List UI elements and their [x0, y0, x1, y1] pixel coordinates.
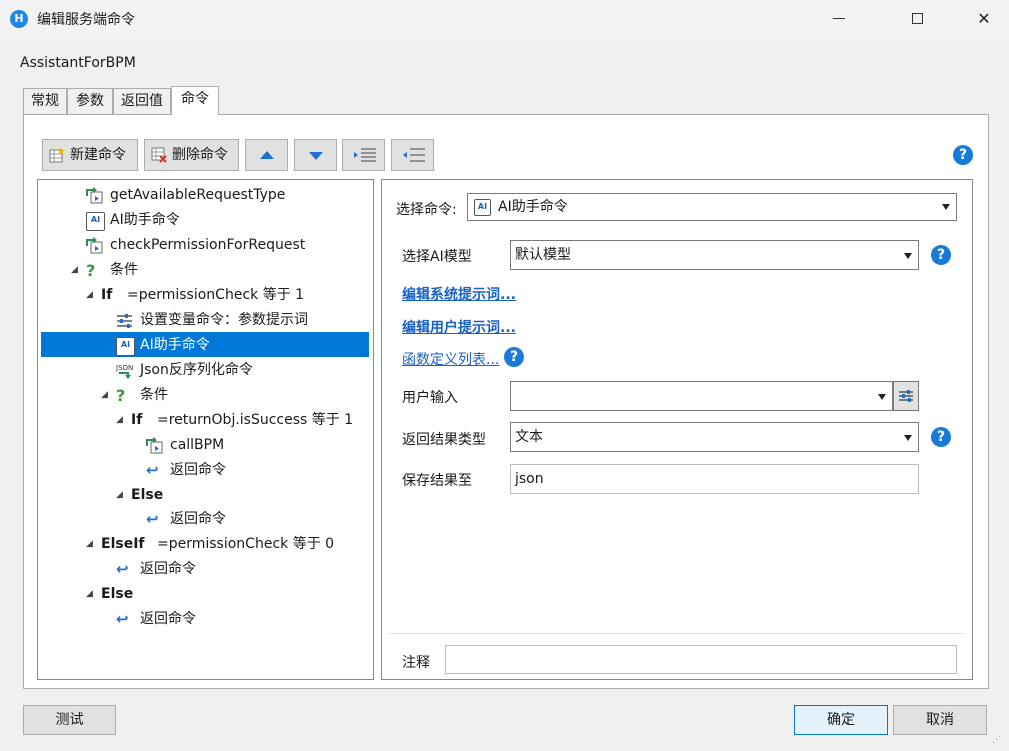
comment-label: 注释 — [402, 655, 430, 671]
close-button[interactable]: ✕ — [960, 0, 1008, 38]
condition-question-icon: ? — [86, 261, 96, 280]
tab-params[interactable]: 参数 — [67, 88, 113, 114]
move-up-button[interactable] — [245, 139, 288, 171]
command-owner-name: AssistantForBPM — [20, 55, 136, 71]
delete-command-icon — [151, 147, 167, 163]
edit-system-prompt-link[interactable]: 编辑系统提示词... — [402, 284, 516, 304]
result-type-label: 返回结果类型 — [402, 432, 486, 448]
chevron-down-icon — [904, 253, 912, 259]
edit-user-prompt-link[interactable]: 编辑用户提示词... — [402, 317, 516, 337]
chevron-down-icon — [942, 204, 950, 210]
user-input-dropdown[interactable] — [510, 381, 893, 411]
ai-assistant-icon: AI — [86, 212, 105, 231]
outdent-icon — [403, 148, 425, 162]
collapse-triangle-icon[interactable]: ◢ — [86, 284, 93, 306]
sub-command-icon — [86, 187, 103, 204]
minimize-icon — [833, 18, 845, 19]
delete-command-label: 删除命令 — [172, 147, 228, 163]
json-deserialize-icon: JSON — [116, 364, 133, 379]
return-icon: ↩ — [146, 510, 159, 528]
help-icon[interactable]: ? — [953, 145, 973, 165]
indent-button[interactable] — [342, 139, 385, 171]
outdent-button[interactable] — [391, 139, 434, 171]
select-command-label: 选择命令: — [396, 202, 457, 218]
comment-input[interactable] — [445, 645, 957, 674]
sub-command-icon — [146, 437, 163, 454]
help-icon[interactable]: ? — [931, 427, 951, 447]
set-variable-icon — [117, 314, 132, 328]
variable-picker-button[interactable] — [893, 381, 919, 411]
settings-sliders-icon — [899, 390, 913, 402]
cancel-button[interactable]: 取消 — [893, 705, 987, 735]
result-type-dropdown[interactable]: 文本 — [510, 422, 919, 452]
move-down-button[interactable] — [294, 139, 337, 171]
test-button[interactable]: 测试 — [23, 705, 116, 735]
svg-text:JSON: JSON — [116, 364, 133, 372]
ai-assistant-icon: AI — [116, 337, 135, 356]
chevron-down-icon — [904, 435, 912, 441]
return-icon: ↩ — [116, 610, 129, 628]
return-icon: ↩ — [146, 461, 159, 479]
user-input-label: 用户输入 — [402, 390, 458, 406]
collapse-triangle-icon[interactable]: ◢ — [86, 533, 93, 555]
collapse-triangle-icon[interactable]: ◢ — [116, 484, 123, 506]
collapse-triangle-icon[interactable]: ◢ — [86, 583, 93, 605]
help-icon[interactable]: ? — [504, 347, 524, 367]
new-command-label: 新建命令 — [70, 147, 126, 163]
ok-button[interactable]: 确定 — [794, 705, 888, 735]
ai-assistant-icon: AI — [474, 199, 491, 216]
ai-model-dropdown[interactable]: 默认模型 — [510, 240, 919, 270]
minimize-button[interactable] — [816, 0, 864, 38]
tab-command[interactable]: 命令 — [171, 86, 219, 115]
save-result-label: 保存结果至 — [402, 473, 472, 489]
collapse-triangle-icon[interactable]: ◢ — [116, 409, 123, 431]
new-command-icon — [49, 147, 65, 163]
save-result-input[interactable]: json — [510, 464, 919, 494]
collapse-triangle-icon[interactable]: ◢ — [101, 384, 108, 406]
condition-question-icon: ? — [116, 386, 126, 405]
delete-command-button[interactable]: 删除命令 — [144, 139, 239, 171]
new-command-button[interactable]: 新建命令 — [42, 139, 138, 171]
tab-return-value[interactable]: 返回值 — [113, 88, 171, 114]
arrow-up-icon — [260, 151, 274, 159]
indent-icon — [354, 148, 376, 162]
help-icon[interactable]: ? — [931, 245, 951, 265]
window-title: 编辑服务端命令 — [37, 12, 135, 28]
sub-command-icon — [86, 237, 103, 254]
maximize-button[interactable] — [894, 0, 942, 38]
chevron-down-icon — [878, 394, 886, 400]
select-command-dropdown[interactable]: AI AI助手命令 — [467, 193, 957, 221]
tab-general[interactable]: 常规 — [23, 88, 67, 114]
arrow-down-icon — [309, 152, 323, 160]
return-icon: ↩ — [116, 560, 129, 578]
close-icon: ✕ — [977, 9, 991, 28]
collapse-triangle-icon[interactable]: ◢ — [71, 259, 78, 281]
app-icon: H — [10, 10, 28, 28]
function-list-link[interactable]: 函数定义列表... — [402, 349, 499, 369]
resize-grip-icon[interactable]: ⋰ — [992, 736, 1004, 749]
divider — [389, 633, 965, 634]
ai-model-label: 选择AI模型 — [402, 249, 472, 265]
maximize-icon — [912, 13, 923, 24]
